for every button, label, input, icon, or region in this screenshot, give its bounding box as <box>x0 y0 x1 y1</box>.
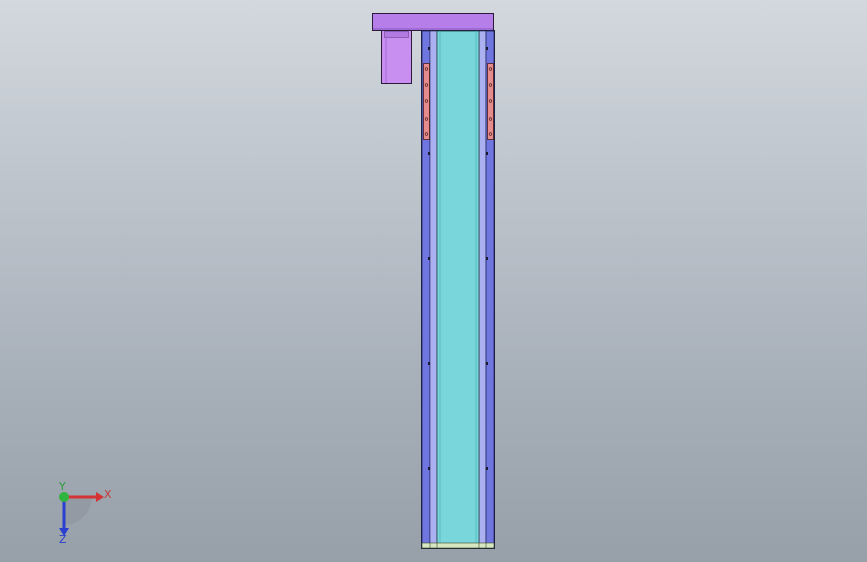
rail-assembly[interactable] <box>421 30 495 549</box>
end-cap-bottom <box>421 542 495 549</box>
orientation-triad[interactable]: X Y Z <box>44 480 124 550</box>
carriage-plate-left[interactable] <box>423 63 430 140</box>
y-axis-label: Y <box>58 480 66 493</box>
motor-mount-plate[interactable] <box>372 13 494 31</box>
motor-body[interactable] <box>381 30 412 84</box>
rail-main-body <box>436 30 480 549</box>
x-axis-label: X <box>104 488 112 501</box>
graphics-viewport[interactable]: X Y Z <box>0 0 867 562</box>
triad-shadow <box>64 497 92 525</box>
y-axis-dot <box>59 492 69 502</box>
carriage-plate-right[interactable] <box>487 63 494 140</box>
z-axis-label: Z <box>59 533 67 546</box>
linear-actuator-model[interactable] <box>0 0 867 562</box>
